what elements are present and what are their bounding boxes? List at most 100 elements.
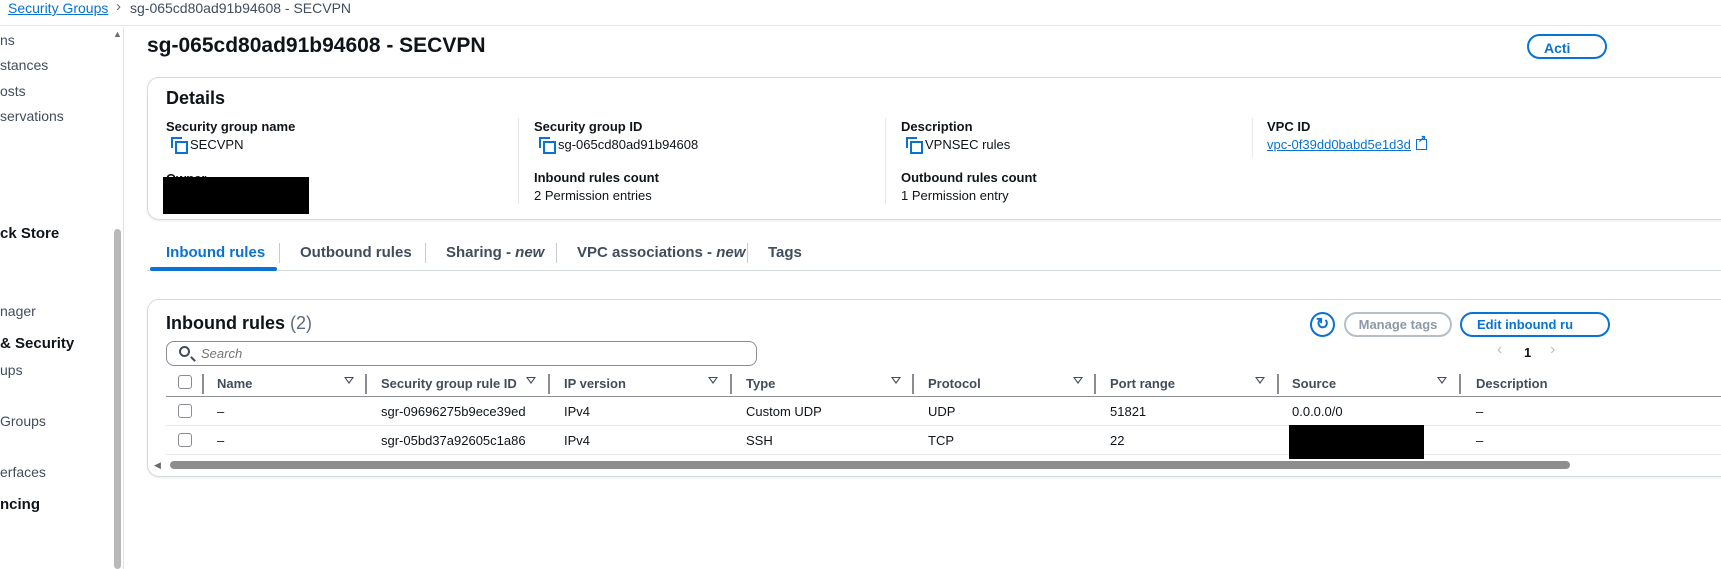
sort-icon[interactable] — [891, 377, 901, 384]
cell-rule-id: sgr-05bd37a92605c1a86 — [381, 433, 526, 448]
cell-protocol: UDP — [928, 404, 956, 419]
column-header-protocol[interactable]: Protocol — [928, 376, 981, 391]
row-checkbox[interactable] — [178, 404, 192, 418]
refresh-button[interactable]: ↻ — [1310, 312, 1335, 337]
sort-icon[interactable] — [708, 377, 718, 384]
sidebar-item[interactable]: ns — [0, 32, 15, 48]
column-divider[interactable] — [912, 374, 914, 394]
column-divider[interactable] — [548, 374, 550, 394]
sort-icon[interactable] — [526, 377, 536, 384]
copy-icon[interactable] — [170, 137, 188, 154]
redacted-source-value — [1289, 425, 1424, 459]
tab-outbound-rules[interactable]: Outbound rules — [300, 244, 412, 261]
page-title: sg-065cd80ad91b94608 - SECVPN — [147, 34, 486, 57]
tab-divider — [556, 243, 557, 263]
tab-divider — [747, 243, 748, 263]
sort-icon[interactable] — [344, 377, 354, 384]
page-number[interactable]: 1 — [1524, 345, 1531, 360]
column-header-ip-version[interactable]: IP version — [564, 376, 626, 391]
edit-inbound-rules-button[interactable]: Edit inbound ru — [1460, 312, 1610, 337]
tab-sharing[interactable]: Sharing - new — [446, 244, 544, 261]
cell-type: Custom UDP — [746, 404, 822, 419]
vpc-id-link[interactable]: vpc-0f39dd0babd5e1d3d — [1267, 137, 1411, 152]
column-header-description[interactable]: Description — [1476, 376, 1548, 391]
sort-icon[interactable] — [1437, 377, 1447, 384]
scrollbar-thumb[interactable] — [114, 229, 121, 569]
tab-bar: Inbound rules Outbound rules Sharing - n… — [147, 237, 1721, 271]
column-divider[interactable] — [730, 374, 732, 394]
breadcrumb: Security Groups › sg-065cd80ad91b94608 -… — [0, 0, 1721, 26]
cell-protocol: TCP — [928, 433, 954, 448]
cell-port-range: 51821 — [1110, 404, 1147, 419]
details-divider — [885, 118, 886, 204]
outbound-count-value: 1 Permission entry — [901, 188, 1009, 203]
active-tab-indicator — [150, 267, 277, 271]
sidebar-item-security-groups[interactable]: ups — [0, 362, 23, 378]
table-row[interactable]: – sgr-05bd37a92605c1a86 IPv4 SSH TCP 22 … — [166, 426, 1721, 455]
scrollbar-thumb[interactable] — [170, 461, 1570, 469]
sidebar-scrollbar[interactable]: ▲ — [111, 27, 124, 569]
row-checkbox[interactable] — [178, 433, 192, 447]
tab-tags[interactable]: Tags — [768, 244, 802, 261]
search-field[interactable] — [166, 341, 757, 366]
cell-description: – — [1476, 404, 1484, 419]
column-header-source[interactable]: Source — [1292, 376, 1336, 391]
sg-id-value: sg-065cd80ad91b94608 — [538, 137, 698, 154]
external-link-icon — [1415, 134, 1427, 150]
pagination: ‹ 1 › — [1497, 341, 1567, 363]
sidebar-item-hosts[interactable]: osts — [0, 83, 26, 99]
table-horizontal-scrollbar[interactable]: ◀ — [154, 460, 1721, 470]
sidebar-item-lifecycle-manager[interactable]: nager — [0, 303, 36, 319]
tab-divider — [425, 243, 426, 263]
vpc-id-label: VPC ID — [1267, 119, 1311, 134]
sort-icon[interactable] — [1073, 377, 1083, 384]
scroll-up-arrow-icon[interactable]: ▲ — [111, 29, 124, 43]
cell-ip-version: IPv4 — [564, 433, 591, 448]
cell-port-range: 22 — [1110, 433, 1125, 448]
copy-icon[interactable] — [538, 137, 556, 154]
select-all-checkbox[interactable] — [178, 375, 192, 389]
inbound-rules-title: Inbound rules (2) — [166, 313, 313, 333]
redacted-owner-value — [163, 177, 309, 214]
column-divider[interactable] — [1094, 374, 1096, 394]
outbound-count-label: Outbound rules count — [901, 170, 1037, 185]
cell-name: – — [217, 404, 225, 419]
cell-description: – — [1476, 433, 1484, 448]
search-icon — [179, 346, 190, 357]
sort-icon[interactable] — [1255, 377, 1265, 384]
sidebar-item-placement-groups[interactable]: Groups — [0, 413, 46, 429]
tab-inbound-rules[interactable]: Inbound rules — [166, 244, 265, 261]
column-divider[interactable] — [1277, 374, 1279, 394]
inbound-count-label: Inbound rules count — [534, 170, 659, 185]
chevron-left-icon[interactable]: ‹ — [1497, 341, 1502, 359]
sidebar-section-load-balancing: ncing — [0, 496, 40, 513]
chevron-right-icon[interactable]: › — [1550, 341, 1555, 359]
column-divider[interactable] — [1459, 374, 1461, 394]
cell-rule-id: sgr-09696275b9ece39ed — [381, 404, 526, 419]
search-input[interactable] — [199, 345, 739, 362]
column-header-rule-id[interactable]: Security group rule ID — [381, 376, 517, 391]
column-header-name[interactable]: Name — [217, 376, 252, 391]
chevron-right-icon: › — [116, 0, 121, 15]
manage-tags-button[interactable]: Manage tags — [1344, 312, 1452, 337]
table-header: Name Security group rule ID IP version T… — [166, 373, 1721, 397]
scroll-left-arrow-icon[interactable]: ◀ — [154, 460, 161, 471]
sidebar-section-block-store: ck Store — [0, 225, 60, 242]
cell-name: – — [217, 433, 225, 448]
copy-icon[interactable] — [905, 137, 923, 154]
tab-vpc-associations[interactable]: VPC associations - new — [577, 244, 745, 261]
sidebar-item-instances[interactable]: stances — [0, 57, 48, 73]
details-divider — [518, 118, 519, 204]
actions-button[interactable]: Acti — [1527, 34, 1607, 59]
breadcrumb-security-groups-link[interactable]: Security Groups — [8, 0, 108, 16]
table-row[interactable]: – sgr-09696275b9ece39ed IPv4 Custom UDP … — [166, 397, 1721, 426]
breadcrumb-current: sg-065cd80ad91b94608 - SECVPN — [130, 0, 352, 16]
cell-ip-version: IPv4 — [564, 404, 591, 419]
cell-source: 0.0.0.0/0 — [1292, 404, 1343, 419]
sidebar-item-network-interfaces[interactable]: erfaces — [0, 464, 46, 480]
column-divider[interactable] — [365, 374, 367, 394]
column-header-type[interactable]: Type — [746, 376, 775, 391]
description-label: Description — [901, 119, 973, 134]
sidebar-item-reservations[interactable]: servations — [0, 108, 64, 124]
column-header-port-range[interactable]: Port range — [1110, 376, 1175, 391]
